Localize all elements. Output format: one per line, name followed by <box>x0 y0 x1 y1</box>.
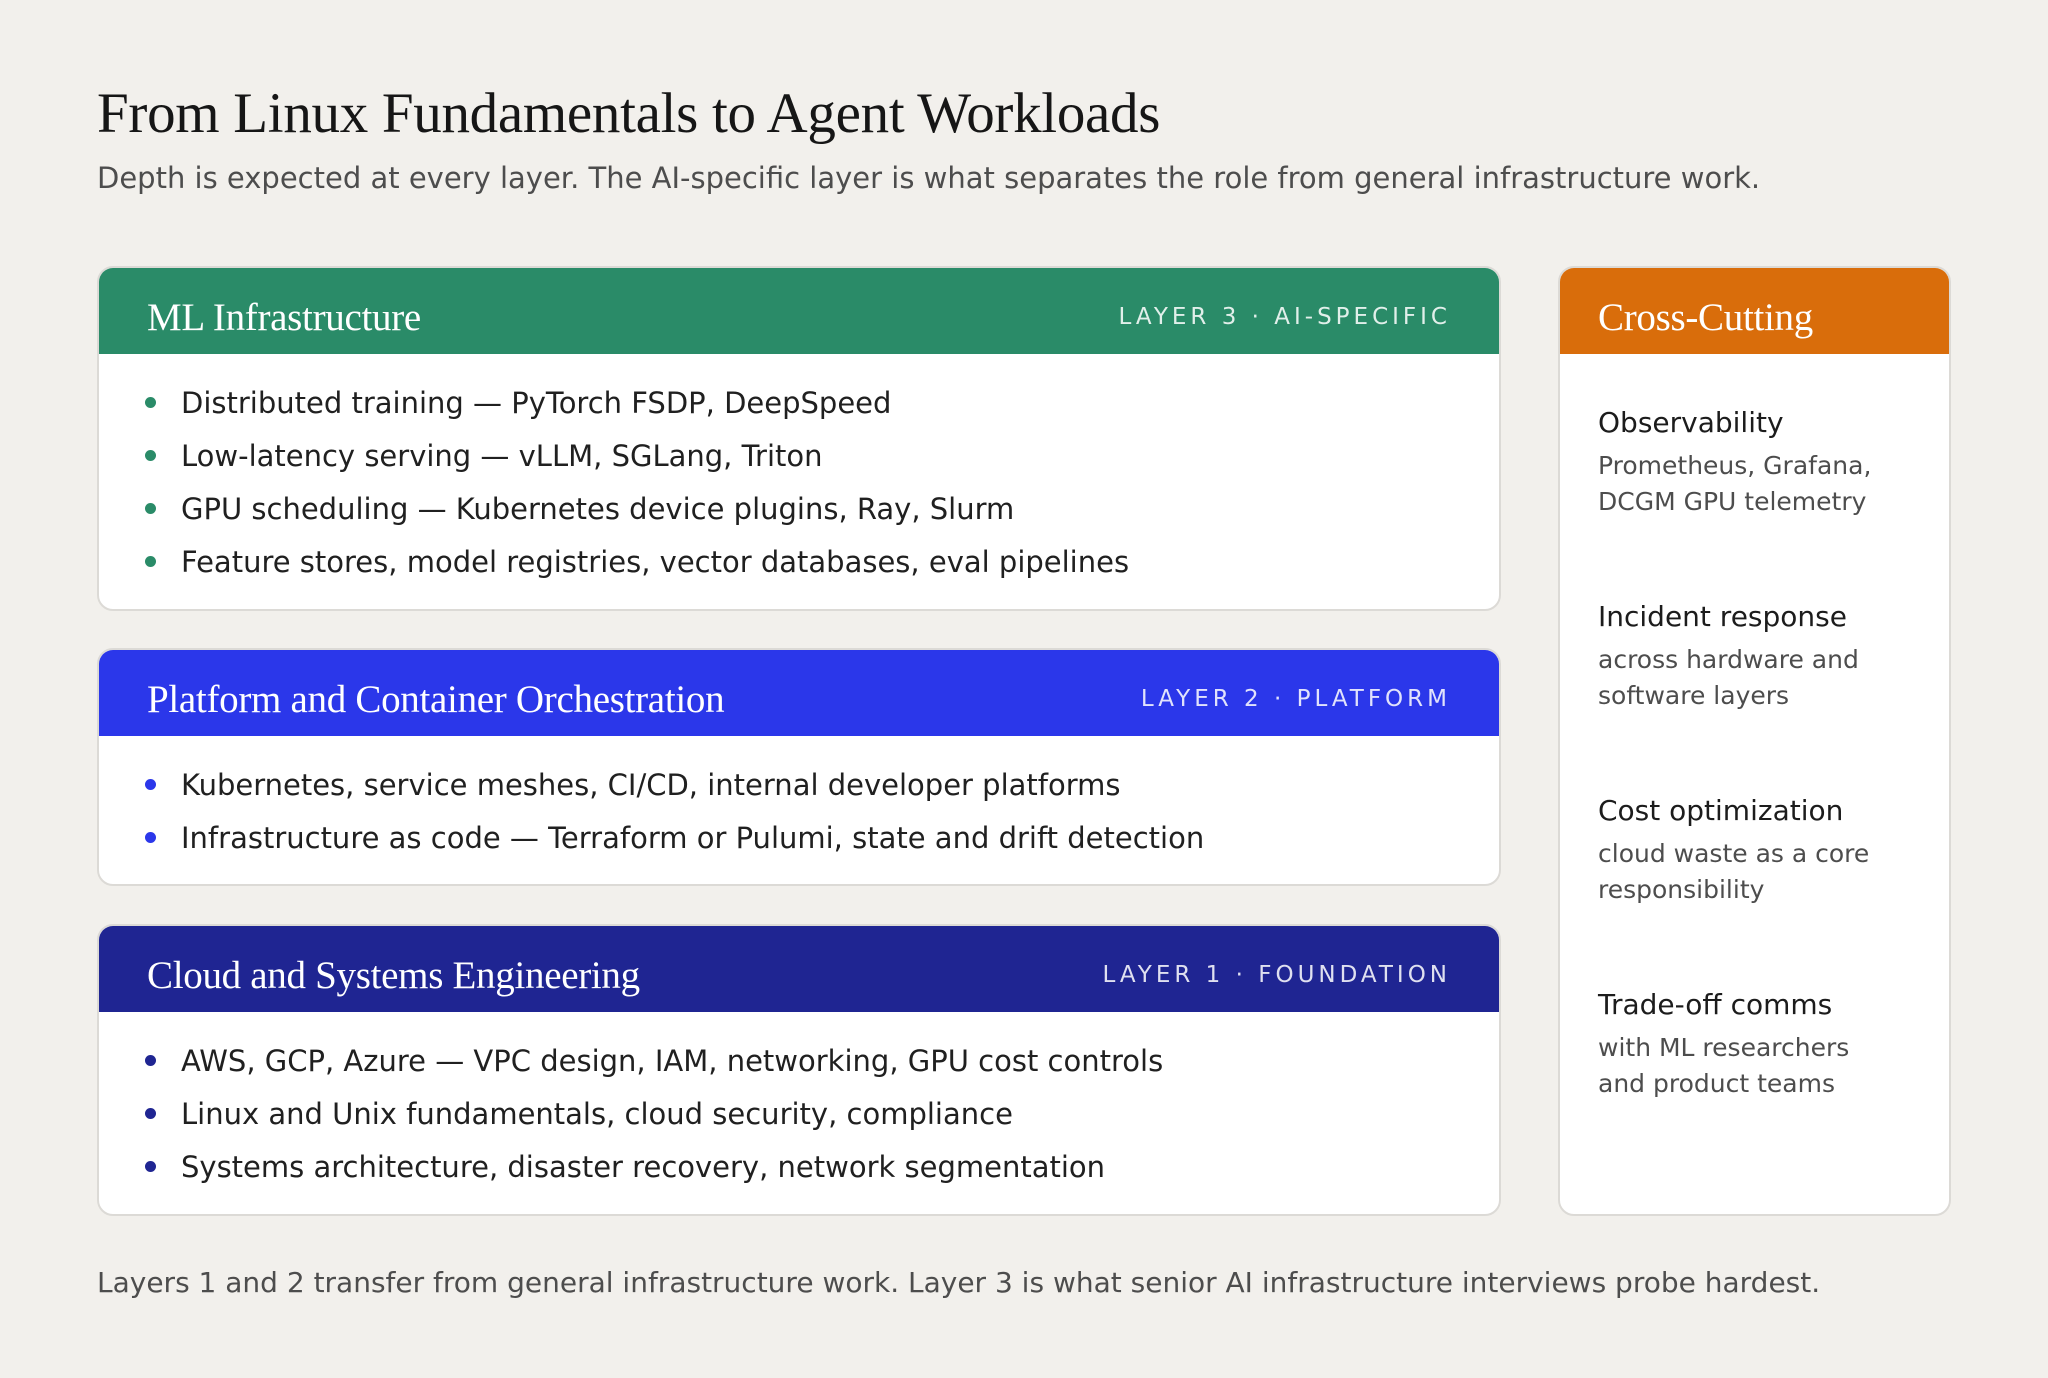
layer-item-list: AWS, GCP, Azure — VPC design, IAM, netwo… <box>99 1012 1499 1193</box>
bullet-dot-icon <box>145 397 156 408</box>
layer-header: ML Infrastructure LAYER 3 · AI-SPECIFIC <box>99 268 1499 354</box>
list-item: Feature stores, model registries, vector… <box>145 535 1499 588</box>
layer-tag: LAYER 1 · FOUNDATION <box>1102 962 1451 988</box>
cross-cutting-item-cost-optimization: Cost optimization cloud waste as a core … <box>1598 792 1929 908</box>
description-line: responsibility <box>1598 875 1765 904</box>
cross-cutting-title: Cross-Cutting <box>1598 296 1813 339</box>
layer-item-list: Distributed training — PyTorch FSDP, Dee… <box>99 354 1499 588</box>
page-subtitle: Depth is expected at every layer. The AI… <box>97 161 1761 195</box>
cross-cutting-item-observability: Observability Prometheus, Grafana, DCGM … <box>1598 404 1929 520</box>
layer-card-platform: Platform and Container Orchestration LAY… <box>97 648 1501 886</box>
cross-cutting-item-description: Prometheus, Grafana, DCGM GPU telemetry <box>1598 448 1929 520</box>
layer-title: Platform and Container Orchestration <box>147 678 725 721</box>
description-line: across hardware and <box>1598 645 1859 674</box>
list-item-text: Low-latency serving — vLLM, SGLang, Trit… <box>181 438 823 473</box>
cross-cutting-item-title: Trade-off comms <box>1598 988 1833 1021</box>
description-line: and product teams <box>1598 1069 1835 1098</box>
page-title: From Linux Fundamentals to Agent Workloa… <box>97 82 1161 145</box>
cross-cutting-header: Cross-Cutting <box>1560 268 1949 354</box>
bullet-dot-icon <box>145 1055 156 1066</box>
bullet-dot-icon <box>145 779 156 790</box>
description-line: Prometheus, Grafana, <box>1598 451 1872 480</box>
layer-tag: LAYER 2 · PLATFORM <box>1140 686 1451 712</box>
list-item-text: Systems architecture, disaster recovery,… <box>181 1149 1106 1184</box>
description-line: software layers <box>1598 681 1790 710</box>
cross-cutting-item-title: Incident response <box>1598 600 1847 633</box>
cross-cutting-item-title: Observability <box>1598 406 1784 439</box>
layer-card-cloud-systems: Cloud and Systems Engineering LAYER 1 · … <box>97 924 1501 1216</box>
layer-header: Platform and Container Orchestration LAY… <box>99 650 1499 736</box>
list-item: Systems architecture, disaster recovery,… <box>145 1140 1499 1193</box>
list-item: GPU scheduling — Kubernetes device plugi… <box>145 482 1499 535</box>
layer-title: ML Infrastructure <box>147 296 421 339</box>
layer-tag: LAYER 3 · AI-SPECIFIC <box>1118 304 1451 330</box>
layer-header: Cloud and Systems Engineering LAYER 1 · … <box>99 926 1499 1012</box>
cross-cutting-item-incident-response: Incident response across hardware and so… <box>1598 598 1929 714</box>
layer-card-ml-infrastructure: ML Infrastructure LAYER 3 · AI-SPECIFIC … <box>97 266 1501 611</box>
cross-cutting-item-trade-off-comms: Trade-off comms with ML researchers and … <box>1598 986 1929 1102</box>
list-item-text: Infrastructure as code — Terraform or Pu… <box>181 820 1205 855</box>
bullet-dot-icon <box>145 1108 156 1119</box>
cross-cutting-item-title: Cost optimization <box>1598 794 1844 827</box>
list-item-text: Kubernetes, service meshes, CI/CD, inter… <box>181 767 1121 802</box>
cross-cutting-item-description: cloud waste as a core responsibility <box>1598 836 1929 908</box>
footer-note: Layers 1 and 2 transfer from general inf… <box>97 1266 1821 1299</box>
description-line: with ML researchers <box>1598 1033 1850 1062</box>
list-item-text: Feature stores, model registries, vector… <box>181 544 1130 579</box>
list-item-text: Linux and Unix fundamentals, cloud secur… <box>181 1096 1013 1131</box>
bullet-dot-icon <box>145 1161 156 1172</box>
list-item: Linux and Unix fundamentals, cloud secur… <box>145 1087 1499 1140</box>
list-item: AWS, GCP, Azure — VPC design, IAM, netwo… <box>145 1034 1499 1087</box>
layer-item-list: Kubernetes, service meshes, CI/CD, inter… <box>99 736 1499 864</box>
bullet-dot-icon <box>145 450 156 461</box>
bullet-dot-icon <box>145 503 156 514</box>
list-item: Low-latency serving — vLLM, SGLang, Trit… <box>145 429 1499 482</box>
list-item-text: AWS, GCP, Azure — VPC design, IAM, netwo… <box>181 1043 1164 1078</box>
list-item: Infrastructure as code — Terraform or Pu… <box>145 811 1499 864</box>
list-item: Kubernetes, service meshes, CI/CD, inter… <box>145 758 1499 811</box>
cross-cutting-item-description: across hardware and software layers <box>1598 642 1929 714</box>
description-line: DCGM GPU telemetry <box>1598 487 1867 516</box>
list-item-text: Distributed training — PyTorch FSDP, Dee… <box>181 385 892 420</box>
cross-cutting-card: Cross-Cutting Observability Prometheus, … <box>1558 266 1951 1216</box>
bullet-dot-icon <box>145 832 156 843</box>
bullet-dot-icon <box>145 556 156 567</box>
description-line: cloud waste as a core <box>1598 839 1870 868</box>
cross-cutting-item-description: with ML researchers and product teams <box>1598 1030 1929 1102</box>
layer-title: Cloud and Systems Engineering <box>147 954 640 997</box>
list-item-text: GPU scheduling — Kubernetes device plugi… <box>181 491 1015 526</box>
list-item: Distributed training — PyTorch FSDP, Dee… <box>145 376 1499 429</box>
